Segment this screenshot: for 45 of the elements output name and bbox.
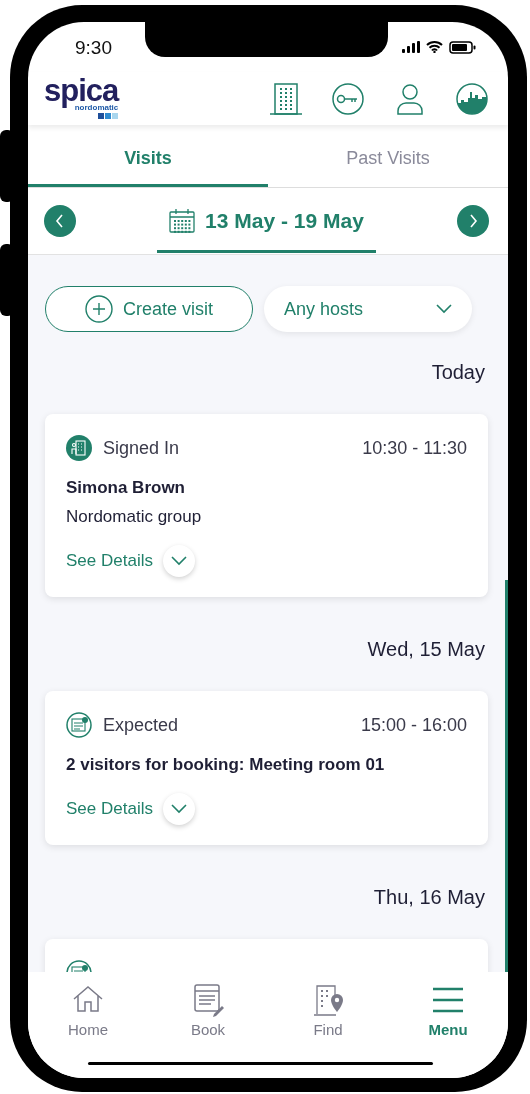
expected-icon bbox=[66, 712, 92, 738]
next-week-button[interactable] bbox=[457, 205, 489, 237]
chevron-down-icon bbox=[170, 804, 187, 814]
chevron-left-icon bbox=[54, 213, 66, 229]
host-filter-dropdown[interactable]: Any hosts bbox=[264, 286, 472, 332]
nav-tab[interactable]: Book bbox=[148, 972, 268, 1052]
nav-tab[interactable]: Home bbox=[28, 972, 148, 1052]
see-details-link[interactable]: See Details bbox=[66, 551, 153, 571]
signal-icon bbox=[402, 41, 420, 53]
see-details-link[interactable]: See Details bbox=[66, 799, 153, 819]
visit-time: 15:00 - 16:00 bbox=[360, 714, 467, 736]
expand-button[interactable] bbox=[162, 793, 195, 825]
wifi-icon bbox=[426, 41, 443, 53]
day-heading: Today bbox=[431, 361, 485, 384]
battery-icon bbox=[449, 40, 476, 54]
visit-status: Signed In bbox=[103, 437, 180, 459]
expand-button[interactable] bbox=[162, 545, 195, 577]
create-visit-button[interactable]: Create visit bbox=[45, 286, 253, 332]
tab[interactable]: Visits bbox=[28, 125, 268, 187]
nav-tab[interactable]: Menu bbox=[388, 972, 508, 1052]
user-icon[interactable] bbox=[394, 82, 426, 115]
chevron-down-icon bbox=[170, 556, 187, 566]
calendar-icon bbox=[169, 209, 196, 233]
day-heading: Thu, 16 May bbox=[373, 886, 485, 909]
chevron-down-icon bbox=[436, 304, 452, 314]
day-heading: Wed, 15 May bbox=[367, 638, 485, 661]
tab[interactable]: Past Visits bbox=[268, 125, 508, 187]
visit-company: Nordomatic group bbox=[66, 507, 203, 527]
visit-status: Expected bbox=[103, 714, 179, 736]
visit-time: 10:30 - 11:30 bbox=[362, 437, 467, 459]
key-icon[interactable] bbox=[332, 82, 364, 115]
plus-circle-icon bbox=[85, 295, 113, 323]
building-pin-icon bbox=[312, 984, 344, 1017]
previous-week-button[interactable] bbox=[44, 205, 76, 237]
chevron-right-icon bbox=[467, 213, 479, 229]
signed-in-icon bbox=[66, 435, 92, 461]
logo-squares-drawing bbox=[98, 113, 119, 119]
week-range: 13 May - 19 May bbox=[205, 209, 364, 233]
avatar-icon[interactable] bbox=[456, 82, 488, 115]
visit-title: 2 visitors for booking: Meeting room 01 bbox=[66, 755, 386, 775]
building-icon[interactable] bbox=[270, 82, 302, 115]
visit-title: Simona Brown bbox=[66, 478, 186, 498]
book-pencil-icon bbox=[192, 984, 224, 1017]
nav-tab[interactable]: Find bbox=[268, 972, 388, 1052]
status-time: 9:30 bbox=[75, 37, 112, 59]
